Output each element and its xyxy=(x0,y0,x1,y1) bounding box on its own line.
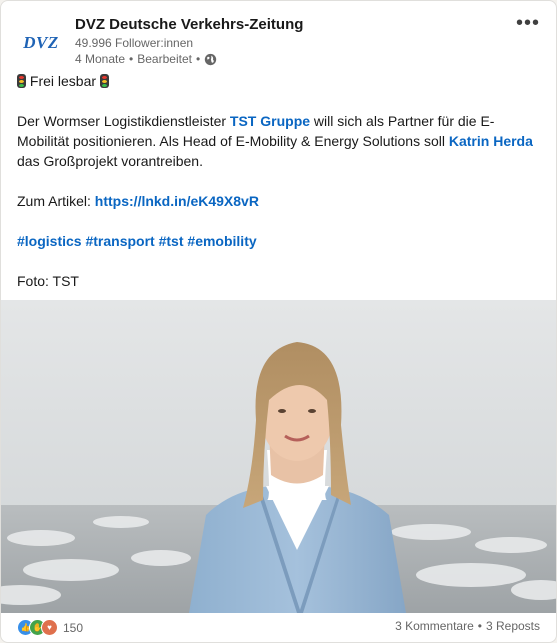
post-timestamp: 4 Monate xyxy=(75,52,126,66)
reposts-link[interactable]: 3 Reposts xyxy=(486,619,540,633)
hashtag-link[interactable]: #emobility xyxy=(187,233,256,249)
comments-link[interactable]: 3 Kommentare xyxy=(395,619,474,633)
text-run: das Großprojekt vorantreiben. xyxy=(17,153,203,169)
more-options-icon: ••• xyxy=(515,12,540,34)
post-photo[interactable] xyxy=(1,300,556,613)
post-footer: 👍 ✋ ♥ 150 3 Kommentare • 3 Reposts xyxy=(17,619,540,639)
company-logo-text: DVZ xyxy=(23,33,59,52)
reactions-summary[interactable]: 👍 ✋ ♥ 150 xyxy=(17,619,83,636)
hashtags: #logistics #transport #tst #emobility xyxy=(17,231,537,251)
post-paragraph: Der Wormser Logistikdienstleister TST Gr… xyxy=(17,111,537,171)
company-logo[interactable]: DVZ xyxy=(17,19,65,67)
photo-credit: Foto: TST xyxy=(17,273,79,289)
text-run: Der Wormser Logistikdienstleister xyxy=(17,113,230,129)
mention-tst-gruppe[interactable]: TST Gruppe xyxy=(230,113,310,129)
stats-separator: • xyxy=(477,619,482,633)
follower-count: 49.996 Follower:innen xyxy=(75,36,194,50)
edited-label: Bearbeitet xyxy=(137,52,192,66)
hashtag-link[interactable]: #transport xyxy=(85,233,154,249)
hashtag-link[interactable]: #logistics xyxy=(17,233,82,249)
post-header: DVZ DVZ Deutsche Verkehrs-Zeitung 49.996… xyxy=(17,13,540,66)
post-card: DVZ DVZ Deutsche Verkehrs-Zeitung 49.996… xyxy=(0,0,557,643)
author-info: DVZ Deutsche Verkehrs-Zeitung 49.996 Fol… xyxy=(75,15,303,68)
reaction-count: 150 xyxy=(63,620,84,635)
article-line: Zum Artikel: https://lnkd.in/eK49X8vR xyxy=(17,191,537,211)
post-heading: Frei lesbar xyxy=(29,73,97,89)
engagement-stats: 3 Kommentare • 3 Reposts xyxy=(395,619,540,633)
love-icon: ♥ xyxy=(41,619,58,636)
mention-katrin-herda[interactable]: Katrin Herda xyxy=(449,133,533,149)
article-label: Zum Artikel: xyxy=(17,193,95,209)
traffic-light-icon xyxy=(17,74,26,88)
globe-icon xyxy=(204,53,217,66)
post-text: Frei lesbar Der Wormser Logistikdienstle… xyxy=(17,71,537,291)
more-options-button[interactable]: ••• xyxy=(512,11,544,35)
post-heading-line: Frei lesbar xyxy=(17,71,537,91)
hashtag-link[interactable]: #tst xyxy=(159,233,184,249)
meta-separator: • xyxy=(129,52,134,66)
author-name[interactable]: DVZ Deutsche Verkehrs-Zeitung xyxy=(75,15,303,35)
article-link[interactable]: https://lnkd.in/eK49X8vR xyxy=(95,193,259,209)
traffic-light-icon xyxy=(99,74,109,88)
post-meta: 4 Monate • Bearbeitet • xyxy=(75,51,303,68)
meta-separator-2: • xyxy=(195,52,201,66)
